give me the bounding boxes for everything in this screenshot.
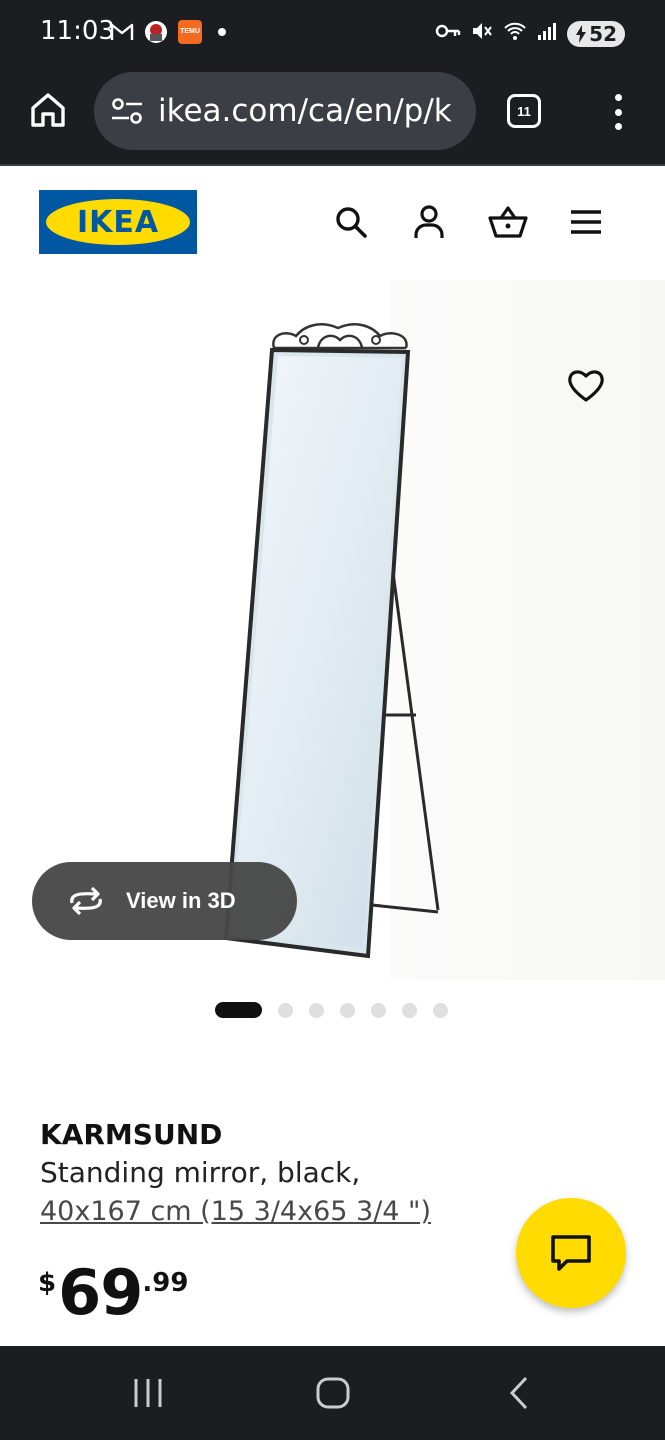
- pagination-dot[interactable]: [433, 1002, 448, 1018]
- pagination-dot[interactable]: [340, 1002, 355, 1018]
- pagination-dot-active[interactable]: [215, 1002, 262, 1018]
- wifi-icon: [503, 20, 527, 47]
- signal-icon: [537, 21, 557, 46]
- chat-icon: [551, 1235, 591, 1271]
- url-text: ikea.com/ca/en/p/k: [158, 93, 452, 129]
- browser-toolbar: ikea.com/ca/en/p/k 11: [0, 66, 665, 166]
- battery-icon: 52: [567, 20, 625, 47]
- recent-apps-button[interactable]: [128, 1376, 168, 1410]
- browser-home-button[interactable]: [28, 90, 68, 130]
- address-bar[interactable]: ikea.com/ca/en/p/k: [94, 72, 476, 150]
- pagination-dot[interactable]: [309, 1002, 324, 1018]
- tab-switcher-button[interactable]: 11: [507, 94, 541, 128]
- cart-button[interactable]: [488, 204, 528, 240]
- hamburger-menu-icon: [571, 210, 601, 234]
- heart-icon: [568, 370, 604, 402]
- price-integer: 69: [58, 1256, 143, 1329]
- product-size-link[interactable]: 40x167 cm (15 3/4x65 3/4 "): [40, 1196, 431, 1227]
- recent-apps-icon: [134, 1379, 162, 1407]
- rotate-3d-icon: [70, 886, 102, 916]
- account-button[interactable]: [411, 204, 447, 240]
- search-icon: [336, 207, 367, 238]
- mute-icon: [471, 20, 493, 47]
- cart-icon: [488, 206, 528, 238]
- chat-button[interactable]: [516, 1198, 626, 1308]
- logo-text: IKEA: [76, 204, 160, 240]
- account-icon: [414, 205, 444, 238]
- system-icons: 52: [435, 20, 625, 47]
- home-icon: [316, 1377, 350, 1409]
- pagination-dot[interactable]: [278, 1002, 293, 1018]
- pagination-dot[interactable]: [371, 1002, 386, 1018]
- temu-icon: TEMU: [178, 20, 202, 44]
- price-decimal: .99: [142, 1268, 189, 1298]
- product-name: KARMSUND: [40, 1118, 223, 1151]
- logo-registered: ®: [176, 203, 182, 210]
- favorite-button[interactable]: [566, 366, 606, 406]
- gmail-icon: [110, 20, 134, 44]
- battery-level: 52: [589, 21, 617, 46]
- view-in-3d-label: View in 3D: [126, 888, 236, 913]
- search-button[interactable]: [333, 204, 369, 240]
- site-settings-icon[interactable]: [110, 96, 144, 126]
- status-time: 11:03: [40, 16, 115, 46]
- gallery-pagination: [215, 1002, 448, 1018]
- notification-icons: TEMU: [110, 20, 226, 44]
- avatar-icon: [144, 20, 168, 44]
- view-in-3d-button[interactable]: View in 3D: [32, 862, 297, 940]
- main-menu-button[interactable]: [568, 204, 604, 240]
- home-icon: [31, 93, 65, 127]
- price-currency: $: [38, 1268, 57, 1298]
- pagination-dot[interactable]: [402, 1002, 417, 1018]
- system-navigation-bar: [0, 1346, 665, 1440]
- status-bar: 11:03 TEMU 52: [0, 0, 665, 66]
- back-icon: [509, 1376, 528, 1410]
- notification-dot: [218, 28, 226, 36]
- browser-menu-button[interactable]: [612, 94, 624, 130]
- product-description: Standing mirror, black,: [40, 1156, 361, 1189]
- product-gallery[interactable]: View in 3D: [0, 280, 665, 980]
- ikea-logo[interactable]: IKEA ®: [39, 190, 197, 254]
- back-button[interactable]: [500, 1376, 540, 1410]
- site-header: IKEA ®: [0, 168, 665, 278]
- home-button[interactable]: [313, 1376, 353, 1410]
- product-price: $ 69 .99: [38, 1258, 188, 1328]
- vpn-key-icon: [435, 23, 461, 44]
